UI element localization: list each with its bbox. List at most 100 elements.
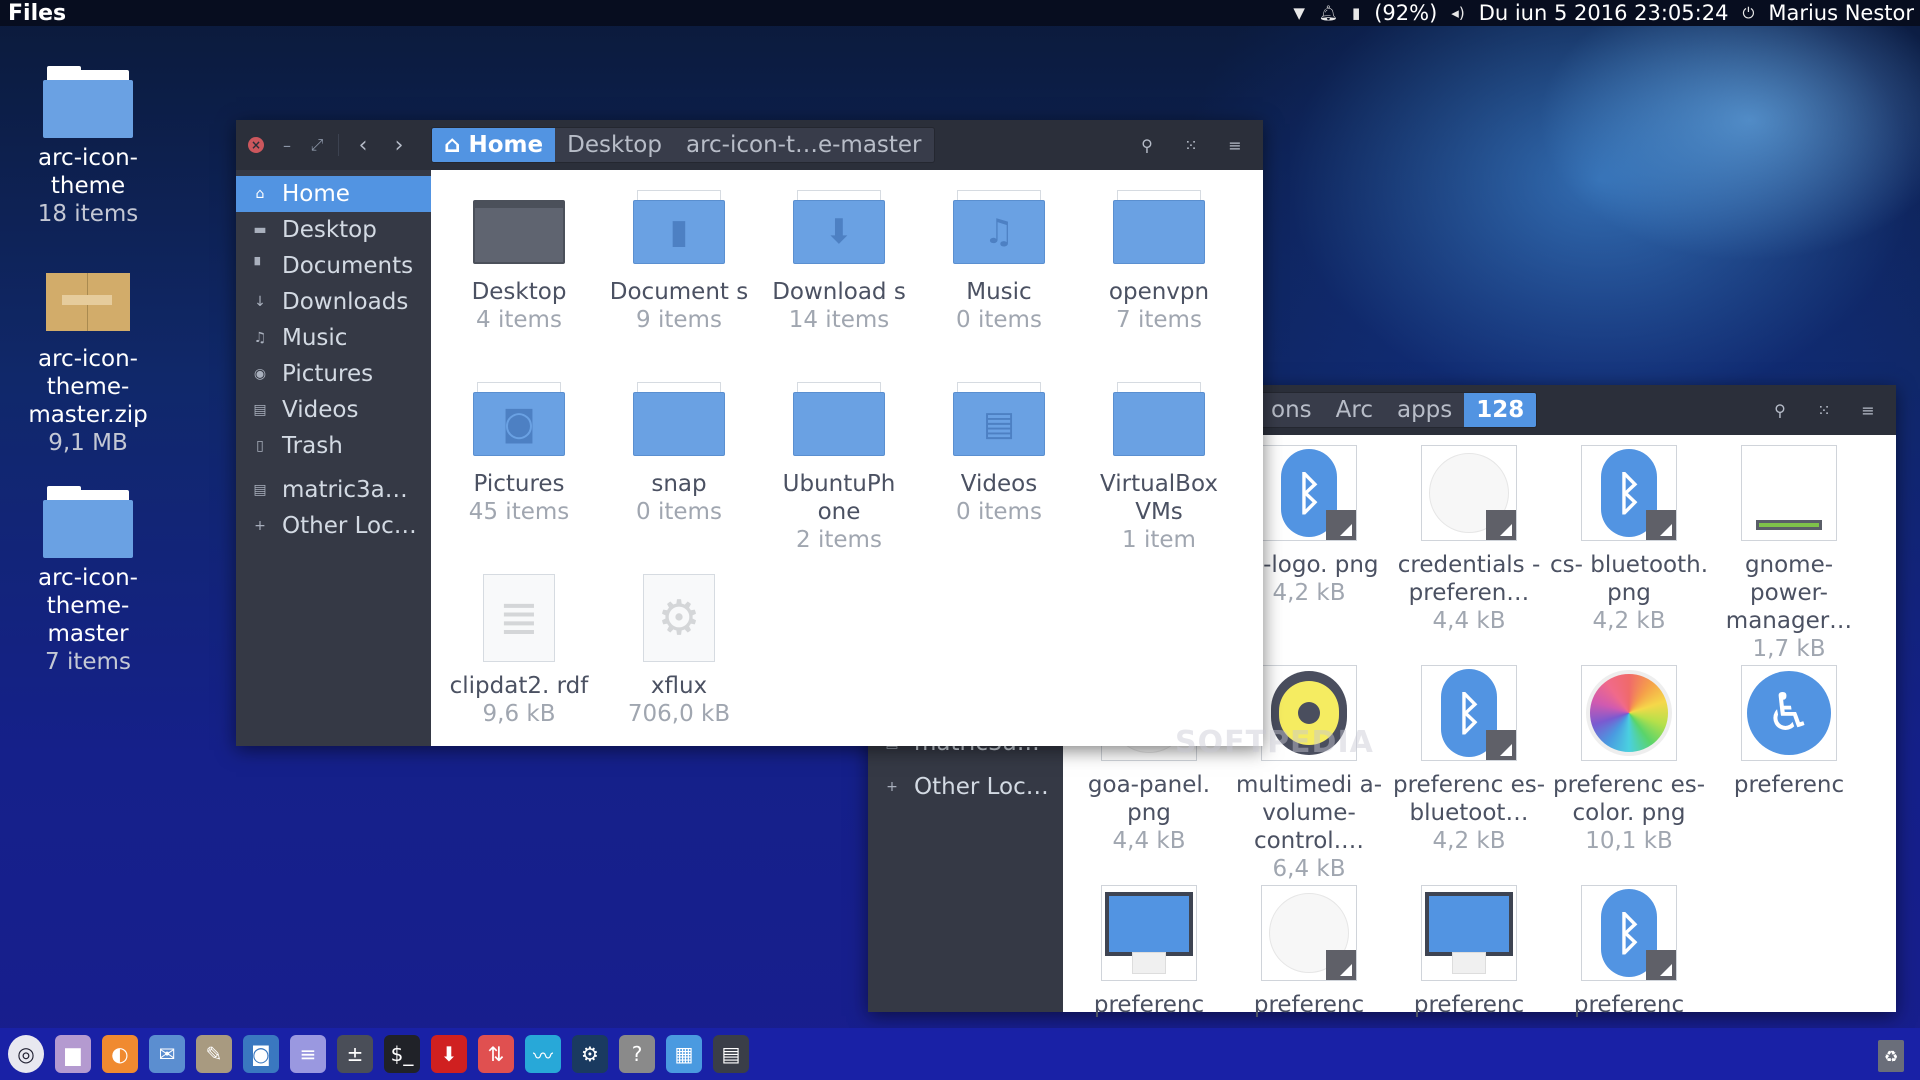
symlink-emblem-icon [1646,950,1676,980]
sidebar-item-music[interactable]: ♫ Music [236,320,431,356]
file-item[interactable]: preferenc [1229,885,1389,1019]
bell-icon[interactable]: 🔔︎ [1319,4,1338,22]
sidebar-item-other-loc-[interactable]: + Other Loc… [868,769,1063,805]
monitor-page-thumbnail [1421,885,1517,981]
desktop-icon-label: arc-icon-theme-master.zip [28,346,148,428]
breadcrumb-home[interactable]: ⌂ Home [432,128,556,162]
folder-emblem: ⬇ [793,200,885,264]
battery-icon[interactable]: ▮ [1352,4,1360,22]
breadcrumb-apps[interactable]: apps [1385,393,1464,427]
file-item[interactable]: ᛒ cs- bluetooth. png 4,2 kB [1549,445,1709,635]
file-item[interactable]: ⬇ Download s 14 items [759,190,919,334]
dock-mail[interactable]: ✉ [149,1035,185,1073]
menu-icon[interactable]: ≡ [1217,136,1253,155]
sidebar-item-label: Pictures [282,361,374,387]
dock-screenshot[interactable]: ◙ [243,1035,279,1073]
dock-transmission[interactable]: ⬇ [431,1035,467,1073]
desktop-icon-arc-icon-theme[interactable]: arc-icon-theme 18 items [8,66,168,228]
sidebar-item-videos[interactable]: ▤ Videos [236,392,431,428]
top-panel: Files ▼ 🔔︎ ▮ (92%) ◂) Du iun 5 2016 23:0… [0,0,1920,26]
wifi-icon[interactable]: ▼ [1293,4,1305,22]
file-item[interactable]: ♿︎ preferenc [1709,665,1869,799]
sidebar-item-home[interactable]: ⌂ Home [236,176,431,212]
search-icon[interactable]: ⚲ [1762,401,1798,420]
maximize-button[interactable]: ⤢ [302,135,332,155]
sidebar-item-pictures[interactable]: ◉ Pictures [236,356,431,392]
file-item[interactable]: ♫ Music 0 items [919,190,1079,334]
desktop-icon-zip[interactable]: arc-icon-theme-master.zip 9,1 MB [8,265,168,457]
sidebar-item-matric3a-[interactable]: ▤ matric3a… [236,472,431,508]
file-item[interactable]: preferenc [1069,885,1229,1019]
file-item[interactable]: Desktop 4 items [439,190,599,334]
dock-help[interactable]: ? [619,1035,655,1073]
desktop-icon-label: arc-icon-theme [38,145,138,199]
breadcrumb-arc-icon-t-e-master[interactable]: arc-icon-t…e-master [674,128,934,162]
folder-emblem [793,392,885,456]
app-menu-title[interactable]: Files [0,1,66,26]
file-item[interactable]: ◙ Pictures 45 items [439,382,599,526]
file-item[interactable]: ᛒ preferenc [1549,885,1709,1019]
dock-terminal[interactable]: $_ [384,1035,420,1073]
file-item[interactable]: credentials - preferen… 4,4 kB [1389,445,1549,635]
file-item[interactable]: openvpn 7 items [1079,190,1239,334]
power-icon[interactable]: ⏻ [1742,4,1754,22]
file-name: credentials - preferen… [1397,552,1541,606]
volume-icon[interactable]: ◂) [1451,4,1464,22]
back-button[interactable]: ‹ [345,133,381,158]
file-meta: 14 items [788,307,890,333]
menu-icon[interactable]: ≡ [1850,401,1886,420]
dock-workspace-switcher[interactable]: ▦ [666,1035,702,1073]
file-item[interactable]: UbuntuPh one 2 items [759,382,919,554]
file-item[interactable]: ⚙ xflux 706,0 kB [599,574,759,728]
sidebar-item-downloads[interactable]: ↓ Downloads [236,284,431,320]
dock-text-editor[interactable]: ≡ [290,1035,326,1073]
file-item[interactable]: preferenc es-color. png 10,1 kB [1549,665,1709,855]
dock-update-manager[interactable]: ⇅ [478,1035,514,1073]
breadcrumb-desktop[interactable]: Desktop [555,128,674,162]
datetime[interactable]: Du iun 5 2016 23:05:24 [1479,1,1729,25]
dock-files[interactable]: ▆ [55,1035,91,1073]
dock-virtualbox[interactable]: ▤ [713,1035,749,1073]
file-item[interactable]: ▤ Videos 0 items [919,382,1079,526]
file-item[interactable]: preferenc [1389,885,1549,1019]
minimize-button[interactable]: – [272,136,302,155]
view-grid-icon[interactable]: ⁙ [1173,136,1209,155]
breadcrumb-arc[interactable]: Arc [1324,393,1385,427]
forward-button[interactable]: › [381,133,417,158]
file-name: cs- bluetooth. png [1549,552,1709,606]
sidebar-item-documents[interactable]: ▘ Documents [236,248,431,284]
user-name[interactable]: Marius Nestor [1768,1,1914,25]
desktop-icon-arc-icon-theme-master[interactable]: arc-icon-theme-master 7 items [8,486,168,676]
desktop-icon-meta: 7 items [45,649,131,675]
folder-icon [43,486,133,558]
file-meta: 1 item [1122,527,1196,553]
file-item[interactable]: gnome- power- manager… 1,7 kB [1709,445,1869,663]
monitor-stand [1452,952,1486,974]
breadcrumb-128[interactable]: 128 [1464,393,1537,427]
sidebar-item-desktop[interactable]: ▬ Desktop [236,212,431,248]
file-meta: 0 items [636,499,722,525]
file-name: UbuntuPh one [782,471,896,525]
file-item[interactable]: ≣ clipdat2. rdf 9,6 kB [439,574,599,728]
sidebar-item-other-loc-[interactable]: + Other Loc… [236,508,431,544]
dock-system-monitor[interactable]: 〰 [525,1035,561,1073]
breadcrumb-ons[interactable]: ons [1259,393,1324,427]
file-item[interactable]: snap 0 items [599,382,759,526]
trash-icon[interactable]: ♻ [1878,1040,1904,1072]
dock-firefox[interactable]: ◐ [102,1035,138,1073]
dock-ubuntu-launcher[interactable]: ◎ [8,1035,44,1073]
sidebar-item-trash[interactable]: ▯ Trash [236,428,431,464]
indicator-area: ▼ 🔔︎ ▮ (92%) ◂) Du iun 5 2016 23:05:24 ⏻… [1293,1,1920,25]
search-icon[interactable]: ⚲ [1129,136,1165,155]
dock-calculator[interactable]: ± [337,1035,373,1073]
file-item[interactable]: ▮ Document s9 items [599,190,759,334]
file-name: preferenc [1413,992,1525,1018]
close-button[interactable]: × [248,137,264,153]
dock-steam[interactable]: ⚙ [572,1035,608,1073]
file-item[interactable]: ᛒ preferenc es- bluetoot… 4,2 kB [1389,665,1549,855]
files-window-main[interactable]: × – ⤢ ‹ › ⌂ Home Desktop arc-icon-t…e-mast… [236,120,1263,746]
battery-percent[interactable]: (92%) [1374,1,1437,25]
file-item[interactable]: VirtualBox VMs 1 item [1079,382,1239,554]
view-grid-icon[interactable]: ⁙ [1806,401,1842,420]
dock-gimp[interactable]: ✎ [196,1035,232,1073]
